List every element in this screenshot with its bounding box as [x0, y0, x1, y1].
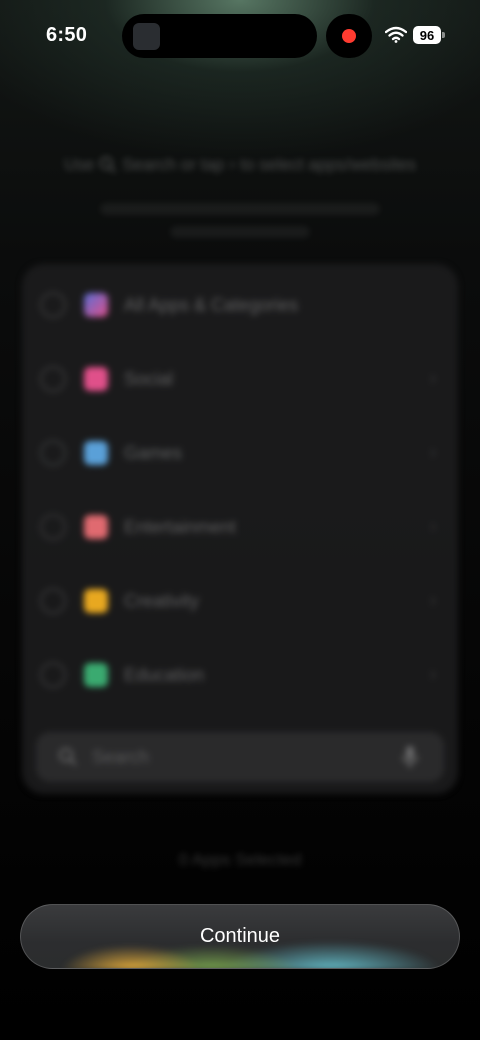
search-input[interactable]: Search [92, 747, 149, 768]
games-icon [84, 441, 108, 465]
chevron-right-icon[interactable]: › [430, 516, 436, 537]
hint-subtext-line [100, 203, 380, 215]
screen-record-indicator[interactable] [326, 14, 372, 58]
continue-button[interactable]: Continue [20, 904, 460, 969]
search-bar[interactable]: Search [36, 732, 444, 782]
category-row[interactable]: Entertainment › [22, 490, 458, 564]
continue-button-label: Continue [199, 925, 281, 947]
radio-button[interactable] [40, 440, 66, 466]
chevron-right-icon: › [229, 154, 236, 174]
hint-prefix: Use [63, 154, 95, 174]
dynamic-island [122, 14, 317, 58]
category-label: Social [124, 369, 174, 389]
battery-tip [442, 32, 445, 38]
microphone-icon[interactable] [402, 745, 418, 769]
chevron-right-icon[interactable]: › [430, 590, 436, 611]
hint-search-word: Search or tap [122, 154, 225, 174]
radio-button[interactable] [40, 514, 66, 540]
category-row[interactable]: Games › [22, 416, 458, 490]
chevron-right-icon[interactable]: › [430, 664, 436, 685]
battery-indicator: 96 [413, 26, 441, 44]
status-time: 6:50 [46, 24, 88, 46]
magnifier-icon [100, 156, 117, 173]
category-label: Games [124, 443, 183, 463]
category-label: Creativity [124, 591, 200, 611]
category-list-panel: All Apps & Categories Social › Games › E… [22, 264, 458, 794]
selected-count: 0 Apps Selected [178, 850, 302, 869]
category-row[interactable]: All Apps & Categories [22, 268, 458, 342]
hint-suffix: to select apps/websites [240, 154, 417, 174]
all-apps-icon [84, 293, 108, 317]
chevron-right-icon[interactable]: › [430, 368, 436, 389]
radio-button[interactable] [40, 366, 66, 392]
radio-button[interactable] [40, 662, 66, 688]
wifi-icon [385, 26, 407, 43]
category-label: Education [124, 665, 205, 685]
category-row[interactable]: Education › [22, 638, 458, 712]
radio-button[interactable] [40, 292, 66, 318]
blurred-background-content: Use Search or tap › to select apps/websi… [0, 0, 480, 1040]
entertainment-icon [84, 515, 108, 539]
creativity-icon [84, 589, 108, 613]
hint-subtext-line [170, 226, 310, 238]
social-icon [84, 367, 108, 391]
screen: Use Search or tap › to select apps/websi… [0, 0, 480, 1040]
app-thumbnail-icon [133, 23, 160, 50]
category-row[interactable]: Creativity › [22, 564, 458, 638]
chevron-right-icon[interactable]: › [430, 442, 436, 463]
category-label: Entertainment [124, 517, 237, 537]
hint-text: Use Search or tap › to select apps/websi… [0, 154, 480, 175]
record-indicator-icon [342, 29, 356, 43]
category-label: All Apps & Categories [124, 295, 299, 315]
education-icon [84, 663, 108, 687]
search-icon [59, 748, 77, 766]
category-row[interactable]: Social › [22, 342, 458, 416]
radio-button[interactable] [40, 588, 66, 614]
